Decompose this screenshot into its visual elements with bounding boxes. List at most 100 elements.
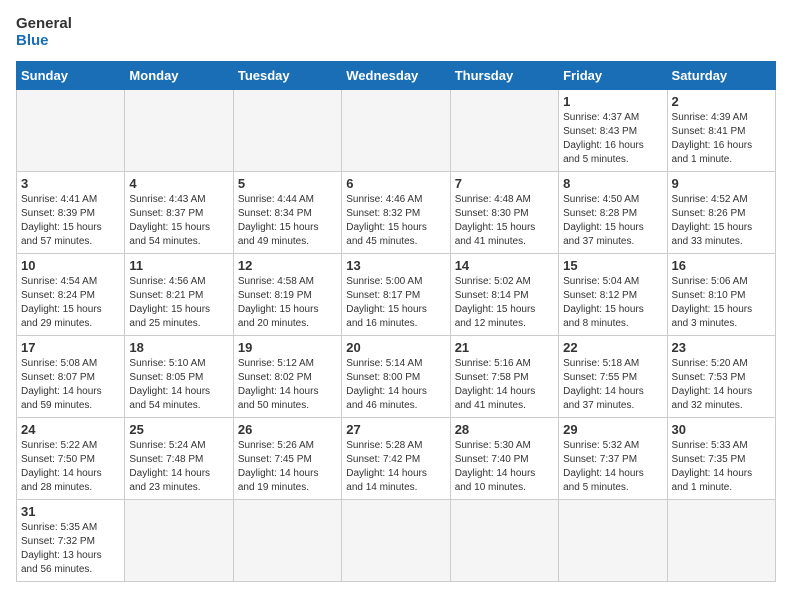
weekday-header-sunday: Sunday (17, 62, 125, 90)
logo-general-text: General (16, 16, 72, 33)
calendar-cell: 23 Sunrise: 5:20 AM Sunset: 7:53 PM Dayli… (667, 336, 775, 418)
calendar-cell: 4 Sunrise: 4:43 AM Sunset: 8:37 PM Daylig… (125, 172, 233, 254)
day-number: 15 (563, 258, 662, 273)
calendar-cell: 25 Sunrise: 5:24 AM Sunset: 7:48 PM Dayli… (125, 418, 233, 500)
calendar-cell: 29 Sunrise: 5:32 AM Sunset: 7:37 PM Dayli… (559, 418, 667, 500)
day-info: Sunrise: 4:54 AM Sunset: 8:24 PM Dayligh… (21, 275, 120, 331)
day-info: Sunrise: 5:04 AM Sunset: 8:12 PM Dayligh… (563, 275, 662, 331)
day-info: Sunrise: 5:16 AM Sunset: 7:58 PM Dayligh… (455, 357, 554, 413)
day-info: Sunrise: 5:12 AM Sunset: 8:02 PM Dayligh… (238, 357, 337, 413)
day-info: Sunrise: 5:00 AM Sunset: 8:17 PM Dayligh… (346, 275, 445, 331)
day-info: Sunrise: 4:37 AM Sunset: 8:43 PM Dayligh… (563, 111, 662, 167)
weekday-header-monday: Monday (125, 62, 233, 90)
day-info: Sunrise: 5:22 AM Sunset: 7:50 PM Dayligh… (21, 439, 120, 495)
day-number: 12 (238, 258, 337, 273)
logo: General Blue General Blue (16, 16, 72, 49)
calendar-cell (667, 500, 775, 582)
calendar-cell (559, 500, 667, 582)
weekday-header-thursday: Thursday (450, 62, 558, 90)
calendar-cell: 14 Sunrise: 5:02 AM Sunset: 8:14 PM Dayli… (450, 254, 558, 336)
calendar-cell (450, 500, 558, 582)
day-info: Sunrise: 5:10 AM Sunset: 8:05 PM Dayligh… (129, 357, 228, 413)
calendar-cell: 15 Sunrise: 5:04 AM Sunset: 8:12 PM Dayli… (559, 254, 667, 336)
day-info: Sunrise: 4:56 AM Sunset: 8:21 PM Dayligh… (129, 275, 228, 331)
day-number: 29 (563, 422, 662, 437)
calendar-cell: 7Sunrise: 4:48 AM Sunset: 8:30 PM Daylig… (450, 172, 558, 254)
day-number: 9 (672, 176, 771, 191)
day-info: Sunrise: 5:24 AM Sunset: 7:48 PM Dayligh… (129, 439, 228, 495)
day-info: Sunrise: 5:02 AM Sunset: 8:14 PM Dayligh… (455, 275, 554, 331)
calendar-cell: 12 Sunrise: 4:58 AM Sunset: 8:19 PM Dayli… (233, 254, 341, 336)
calendar-cell: 6Sunrise: 4:46 AM Sunset: 8:32 PM Daylig… (342, 172, 450, 254)
day-number: 31 (21, 504, 120, 519)
day-info: Sunrise: 5:33 AM Sunset: 7:35 PM Dayligh… (672, 439, 771, 495)
calendar-cell (342, 90, 450, 172)
calendar-cell: 26Sunrise: 5:26 AM Sunset: 7:45 PM Dayli… (233, 418, 341, 500)
calendar-cell: 18 Sunrise: 5:10 AM Sunset: 8:05 PM Dayli… (125, 336, 233, 418)
day-number: 14 (455, 258, 554, 273)
calendar-week-2: 3Sunrise: 4:41 AM Sunset: 8:39 PM Daylig… (17, 172, 776, 254)
day-number: 26 (238, 422, 337, 437)
day-info: Sunrise: 5:18 AM Sunset: 7:55 PM Dayligh… (563, 357, 662, 413)
calendar-cell: 16 Sunrise: 5:06 AM Sunset: 8:10 PM Dayli… (667, 254, 775, 336)
day-number: 25 (129, 422, 228, 437)
calendar-week-5: 24 Sunrise: 5:22 AM Sunset: 7:50 PM Dayli… (17, 418, 776, 500)
calendar-week-6: 31Sunrise: 5:35 AM Sunset: 7:32 PM Dayli… (17, 500, 776, 582)
day-number: 27 (346, 422, 445, 437)
calendar-week-4: 17Sunrise: 5:08 AM Sunset: 8:07 PM Dayli… (17, 336, 776, 418)
calendar-cell: 10 Sunrise: 4:54 AM Sunset: 8:24 PM Dayli… (17, 254, 125, 336)
calendar-cell: 22 Sunrise: 5:18 AM Sunset: 7:55 PM Dayli… (559, 336, 667, 418)
day-info: Sunrise: 4:43 AM Sunset: 8:37 PM Dayligh… (129, 193, 228, 249)
weekday-header-saturday: Saturday (667, 62, 775, 90)
day-info: Sunrise: 4:48 AM Sunset: 8:30 PM Dayligh… (455, 193, 554, 249)
day-info: Sunrise: 4:39 AM Sunset: 8:41 PM Dayligh… (672, 111, 771, 167)
calendar-cell: 30Sunrise: 5:33 AM Sunset: 7:35 PM Dayli… (667, 418, 775, 500)
day-info: Sunrise: 4:52 AM Sunset: 8:26 PM Dayligh… (672, 193, 771, 249)
weekday-header-friday: Friday (559, 62, 667, 90)
day-info: Sunrise: 5:32 AM Sunset: 7:37 PM Dayligh… (563, 439, 662, 495)
day-number: 23 (672, 340, 771, 355)
day-info: Sunrise: 4:44 AM Sunset: 8:34 PM Dayligh… (238, 193, 337, 249)
day-number: 13 (346, 258, 445, 273)
day-info: Sunrise: 5:06 AM Sunset: 8:10 PM Dayligh… (672, 275, 771, 331)
day-number: 4 (129, 176, 228, 191)
calendar-cell: 20Sunrise: 5:14 AM Sunset: 8:00 PM Dayli… (342, 336, 450, 418)
calendar-cell (125, 500, 233, 582)
calendar-cell (233, 90, 341, 172)
calendar-cell: 11Sunrise: 4:56 AM Sunset: 8:21 PM Dayli… (125, 254, 233, 336)
day-number: 6 (346, 176, 445, 191)
calendar-week-1: 1Sunrise: 4:37 AM Sunset: 8:43 PM Daylig… (17, 90, 776, 172)
day-number: 20 (346, 340, 445, 355)
day-number: 8 (563, 176, 662, 191)
day-number: 16 (672, 258, 771, 273)
day-number: 10 (21, 258, 120, 273)
day-number: 24 (21, 422, 120, 437)
calendar-cell: 19 Sunrise: 5:12 AM Sunset: 8:02 PM Dayli… (233, 336, 341, 418)
page-header: General Blue General Blue (16, 16, 776, 49)
day-info: Sunrise: 5:08 AM Sunset: 8:07 PM Dayligh… (21, 357, 120, 413)
day-number: 21 (455, 340, 554, 355)
calendar-cell (233, 500, 341, 582)
calendar-cell (450, 90, 558, 172)
day-number: 18 (129, 340, 228, 355)
calendar-cell: 1Sunrise: 4:37 AM Sunset: 8:43 PM Daylig… (559, 90, 667, 172)
weekday-header-row: SundayMondayTuesdayWednesdayThursdayFrid… (17, 62, 776, 90)
day-info: Sunrise: 4:41 AM Sunset: 8:39 PM Dayligh… (21, 193, 120, 249)
day-info: Sunrise: 5:30 AM Sunset: 7:40 PM Dayligh… (455, 439, 554, 495)
calendar-cell: 31Sunrise: 5:35 AM Sunset: 7:32 PM Dayli… (17, 500, 125, 582)
day-number: 28 (455, 422, 554, 437)
calendar-cell: 17Sunrise: 5:08 AM Sunset: 8:07 PM Dayli… (17, 336, 125, 418)
calendar-cell: 13 Sunrise: 5:00 AM Sunset: 8:17 PM Dayli… (342, 254, 450, 336)
day-info: Sunrise: 4:50 AM Sunset: 8:28 PM Dayligh… (563, 193, 662, 249)
day-info: Sunrise: 4:58 AM Sunset: 8:19 PM Dayligh… (238, 275, 337, 331)
day-info: Sunrise: 5:28 AM Sunset: 7:42 PM Dayligh… (346, 439, 445, 495)
day-info: Sunrise: 5:20 AM Sunset: 7:53 PM Dayligh… (672, 357, 771, 413)
calendar-cell: 2Sunrise: 4:39 AM Sunset: 8:41 PM Daylig… (667, 90, 775, 172)
calendar-cell (342, 500, 450, 582)
day-number: 19 (238, 340, 337, 355)
day-number: 22 (563, 340, 662, 355)
calendar-cell: 9 Sunrise: 4:52 AM Sunset: 8:26 PM Daylig… (667, 172, 775, 254)
calendar-cell: 5Sunrise: 4:44 AM Sunset: 8:34 PM Daylig… (233, 172, 341, 254)
calendar-week-3: 10 Sunrise: 4:54 AM Sunset: 8:24 PM Dayli… (17, 254, 776, 336)
calendar-cell: 24 Sunrise: 5:22 AM Sunset: 7:50 PM Dayli… (17, 418, 125, 500)
